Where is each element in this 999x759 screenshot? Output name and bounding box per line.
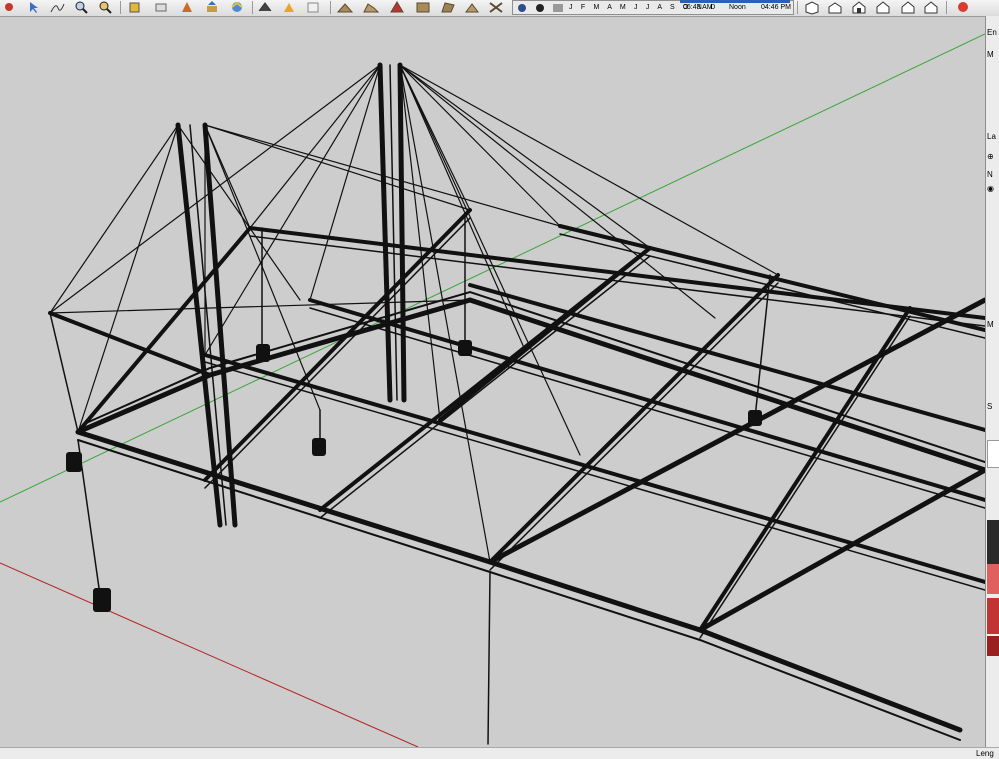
position-camera-icon[interactable] (280, 0, 298, 15)
shadow-toggle-icon[interactable] (515, 1, 529, 16)
left-view-icon[interactable] (922, 0, 940, 15)
terrain-7-icon[interactable] (487, 0, 505, 15)
terrain-6-icon[interactable] (463, 0, 481, 15)
freehand-icon[interactable] (48, 0, 66, 15)
front-view-icon[interactable] (850, 0, 868, 15)
material-swatch[interactable] (987, 520, 999, 564)
tray-panel: En M La ⊕ N ◉ M S (985, 16, 999, 747)
terrain-5-icon[interactable] (439, 0, 457, 15)
noon-label: Noon (729, 4, 746, 11)
add-layer-icon[interactable]: ⊕ (987, 152, 994, 161)
layer-radio[interactable]: ◉ (987, 184, 994, 193)
terrain-3-icon[interactable] (388, 0, 406, 15)
materials-title: M (987, 320, 994, 329)
entity-info-field[interactable]: M (987, 50, 994, 59)
toolbar-separator (946, 1, 947, 14)
sunset-time: 04:46 PM (761, 4, 791, 11)
status-bar: Leng (0, 747, 999, 759)
time-slider[interactable] (680, 0, 790, 3)
back-view-icon[interactable] (899, 0, 917, 15)
entity-info-title: En (987, 28, 997, 37)
orbit-icon[interactable] (228, 0, 246, 15)
tape-measure-icon[interactable] (178, 0, 196, 15)
red-axis (0, 562, 419, 747)
zoom-window-icon[interactable] (96, 0, 114, 15)
materials-select-tab[interactable]: S (987, 402, 992, 411)
sunrise-time: 06:43 AM (683, 4, 713, 11)
truss-structure[interactable] (48, 62, 985, 745)
toolbar-separator (330, 1, 331, 14)
terrain-4-icon[interactable] (414, 0, 432, 15)
layers-name-column: N (987, 170, 993, 179)
paint-bucket-icon[interactable] (126, 0, 144, 15)
right-view-icon[interactable] (874, 0, 892, 15)
iso-view-icon[interactable] (803, 0, 821, 15)
layers-title: La (987, 132, 996, 141)
material-swatch[interactable] (987, 598, 999, 634)
toolbar-separator (797, 1, 798, 14)
material-swatch[interactable] (987, 440, 999, 468)
walk-icon[interactable] (256, 0, 274, 15)
material-swatch[interactable] (987, 636, 999, 656)
look-around-icon[interactable] (304, 0, 322, 15)
model-viewport[interactable] (0, 16, 985, 747)
sun-icon[interactable] (533, 1, 547, 16)
main-toolbar: J F M A M J J A S O N D 06:43 AM Noon 04… (0, 0, 999, 17)
back-icon[interactable] (0, 0, 18, 15)
toolbar-separator (120, 1, 121, 14)
fog-icon[interactable] (551, 1, 565, 16)
section-plane-icon[interactable] (954, 0, 972, 15)
zoom-icon[interactable] (72, 0, 90, 15)
material-swatch[interactable] (987, 564, 999, 594)
green-axis (0, 33, 985, 503)
select-icon[interactable] (24, 0, 42, 15)
top-view-icon[interactable] (826, 0, 844, 15)
toolbar-separator (252, 1, 253, 14)
terrain-1-icon[interactable] (336, 0, 354, 15)
push-pull-icon[interactable] (203, 0, 221, 15)
terrain-2-icon[interactable] (362, 0, 380, 15)
measurement-label: Leng (976, 749, 994, 758)
eraser-icon[interactable] (152, 0, 170, 15)
